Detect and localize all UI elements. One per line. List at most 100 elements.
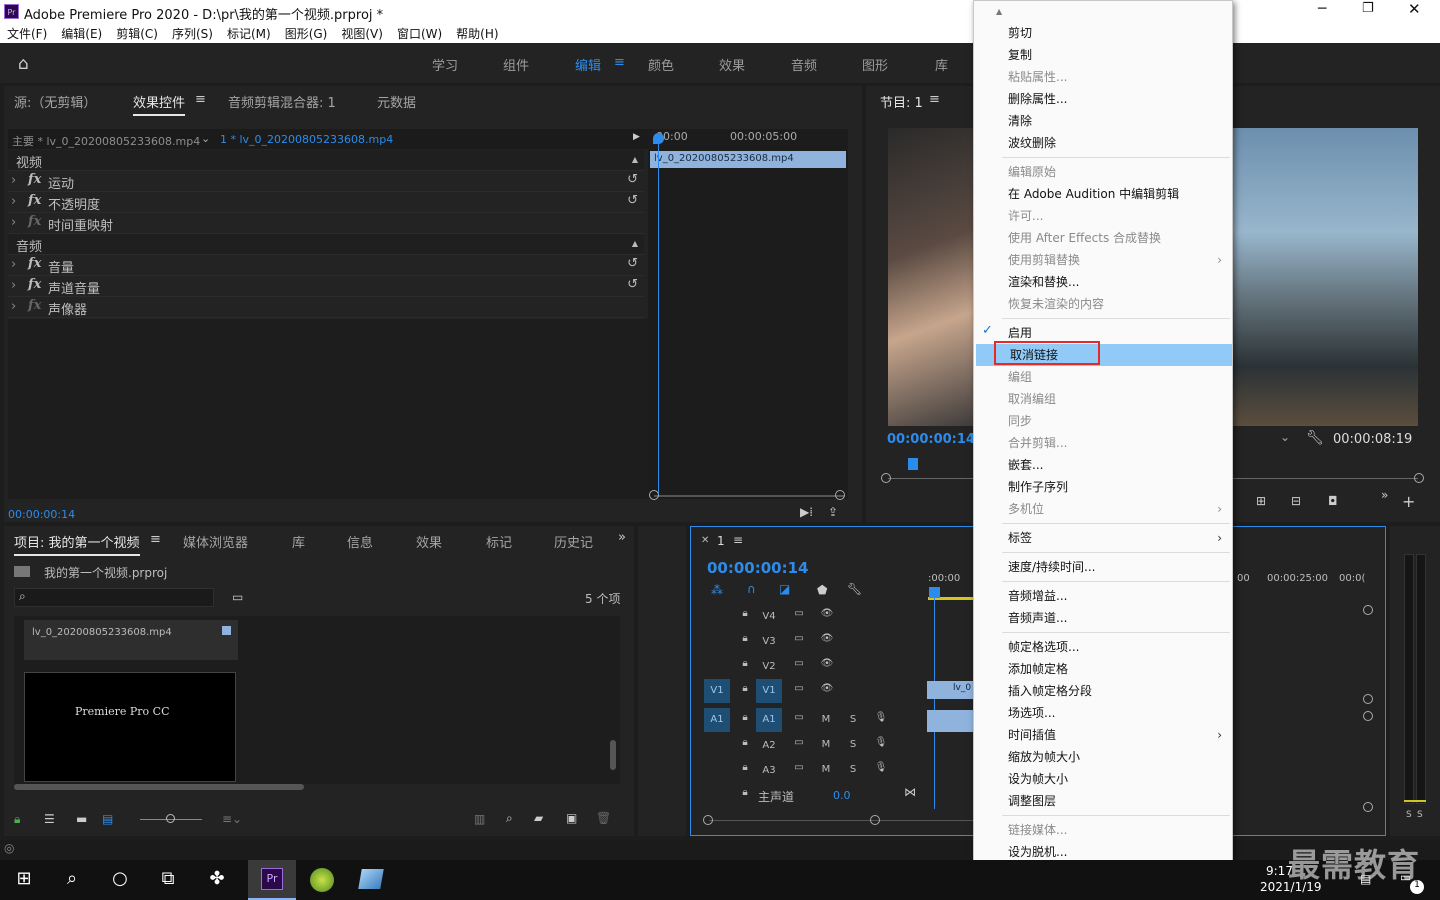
collapse-icon[interactable]: ▲ [632,239,638,248]
lock-icon[interactable]: 🔒︎ [736,633,754,649]
hscroll-handle-right[interactable] [870,815,880,825]
close-seq-icon[interactable]: ✕ [701,535,709,546]
menu-graphics[interactable]: 图形(G) [278,23,335,42]
program-zoom-handle-left[interactable] [881,473,891,483]
menu-item-render-replace[interactable]: 渲染和替换... [974,271,1232,293]
menu-item-set-to-frame[interactable]: 设为帧大小 [974,768,1232,790]
project-menu-icon[interactable]: ≡ [150,532,161,547]
menu-file[interactable]: 文件(F) [0,23,54,42]
effect-row-opacity[interactable]: › fx 不透明度 ↺ [8,192,644,213]
menu-view[interactable]: 视图(V) [334,23,390,42]
sync-lock-icon[interactable]: ▭ [790,608,808,624]
menu-item-edit-original[interactable]: 编辑原始 [974,161,1232,183]
vscroll-handle-top[interactable] [1363,605,1373,615]
solo-left-label[interactable]: S [1406,810,1412,820]
sort-icon[interactable]: ≡⌄ [222,812,242,826]
project-search-input[interactable]: ⌕ [14,588,214,607]
program-timecode[interactable]: 00:00:00:14 [887,432,975,447]
sync-lock-icon[interactable]: ▭ [790,762,808,778]
sequence-tab[interactable]: 1 [717,534,725,548]
ws-audio[interactable]: 音频 [791,55,817,74]
timeline-wrench-icon[interactable]: 🔧︎ [847,582,862,596]
scroll-up-icon[interactable]: ▲ [996,7,1002,16]
add-button-icon[interactable]: + [1402,492,1415,511]
menu-item-restore-unrendered[interactable]: 恢复未渲染的内容 [974,293,1232,315]
expand-icon[interactable]: › [11,215,16,230]
lock-icon[interactable]: 🔒︎ [736,608,754,624]
tab-markers[interactable]: 标记 [486,532,512,551]
menu-item-replace-with-ae[interactable]: 使用 After Effects 合成替换 [974,227,1232,249]
vscroll-handle-mid[interactable] [1363,694,1373,704]
track-target-v1[interactable]: V1 [756,679,782,703]
eye-icon[interactable]: 👁︎ [818,608,836,624]
menu-sequence[interactable]: 序列(S) [165,23,220,42]
maximize-button[interactable]: ❐ [1362,1,1374,16]
new-item-icon[interactable]: ▣ [566,811,577,825]
expand-icon[interactable]: › [11,299,16,314]
menu-item-ungroup[interactable]: 取消编组 [974,388,1232,410]
play-triangle-icon[interactable]: ▶ [633,132,640,142]
sequence-menu-icon[interactable]: ≡ [733,533,743,547]
menu-item-copy[interactable]: 复制 [974,44,1232,66]
camera-icon[interactable]: ◘ [1328,494,1338,508]
lock-icon[interactable]: 🔒︎ [736,737,754,753]
expand-icon[interactable]: › [11,194,16,209]
export-icon[interactable]: ⇪ [828,505,838,519]
mute-icon[interactable]: M [817,764,835,780]
automate-icon[interactable]: ▥ [474,812,485,826]
eye-icon[interactable]: 👁︎ [818,683,836,699]
panel-menu-icon[interactable]: ≡ [195,92,206,107]
notepad-app-icon[interactable] [358,869,384,889]
ec-scroll-handle-left[interactable] [649,490,659,500]
timeline-timecode[interactable]: 00:00:00:14 [707,559,809,577]
menu-item-clear[interactable]: 清除 [974,110,1232,132]
tab-effects[interactable]: 效果 [416,532,442,551]
menu-item-audio-channels[interactable]: 音频声道... [974,607,1232,629]
master-value[interactable]: 0.0 [833,789,851,802]
tab-info[interactable]: 信息 [347,532,373,551]
menu-marker[interactable]: 标记(M) [220,23,278,42]
close-button[interactable]: ✕ [1408,0,1421,18]
track-v4[interactable]: 🔒︎ V4 ▭ 👁︎ [700,604,972,628]
menu-window[interactable]: 窗口(W) [390,23,449,42]
menu-item-time-interpolation[interactable]: 时间插值 › [974,724,1232,746]
ws-editing[interactable]: 编辑 [575,55,601,74]
timeline-hscroll[interactable] [709,820,979,821]
trash-icon[interactable]: 🗑︎ [596,811,611,825]
eye-icon[interactable]: 👁︎ [818,633,836,649]
list-view-icon[interactable]: ☰ [44,812,55,826]
menu-item-link-media[interactable]: 链接媒体... [974,819,1232,841]
track-a1[interactable]: A1 🔒︎ A1 ▭ M S 🎙︎ [700,708,972,732]
program-playhead[interactable] [908,458,918,470]
sync-lock-icon[interactable]: ▭ [790,633,808,649]
program-menu-icon[interactable]: ≡ [929,92,940,107]
lock-icon[interactable]: 🔒︎ [736,658,754,674]
new-bin-icon[interactable]: ▰ [534,811,543,825]
tab-effect-controls[interactable]: 效果控件 [133,92,186,116]
hscroll-handle-left[interactable] [703,815,713,825]
mic-icon[interactable]: 🎙︎ [872,737,890,753]
menu-item-frame-hold-options[interactable]: 帧定格选项... [974,636,1232,658]
solo-icon[interactable]: S [844,764,862,780]
expand-icon[interactable]: › [11,257,16,272]
ball-app-icon[interactable] [310,868,334,892]
ec-scroll-handle-right[interactable] [835,490,845,500]
tab-metadata[interactable]: 元数据 [377,92,416,111]
ec-timecode[interactable]: 00:00:00:14 [8,508,75,521]
tab-source[interactable]: 源:（无剪辑） [14,92,96,111]
project-vscroll[interactable] [610,740,616,770]
menu-item-speed-duration[interactable]: 速度/持续时间... [974,556,1232,578]
menu-item-group[interactable]: 编组 [974,366,1232,388]
more-controls-icon[interactable]: » [1381,488,1388,502]
menu-item-edit-in-audition[interactable]: 在 Adobe Audition 中编辑剪辑 [974,183,1232,205]
ws-library[interactable]: 库 [935,55,948,74]
cortana-icon[interactable]: ○ [108,868,132,892]
more-tabs-icon[interactable]: » [618,530,626,545]
track-target-a1[interactable]: A1 [756,708,782,732]
solo-right-label[interactable]: S [1417,810,1423,820]
project-hscroll[interactable] [14,784,304,790]
premiere-taskbar-icon[interactable]: Pr [261,868,283,890]
effect-row-motion[interactable]: › fx 运动 ↺ [8,171,644,192]
sequence-clip-label[interactable]: 1 * lv_0_20200805233608.mp4 [220,133,393,146]
ws-effects[interactable]: 效果 [719,55,745,74]
